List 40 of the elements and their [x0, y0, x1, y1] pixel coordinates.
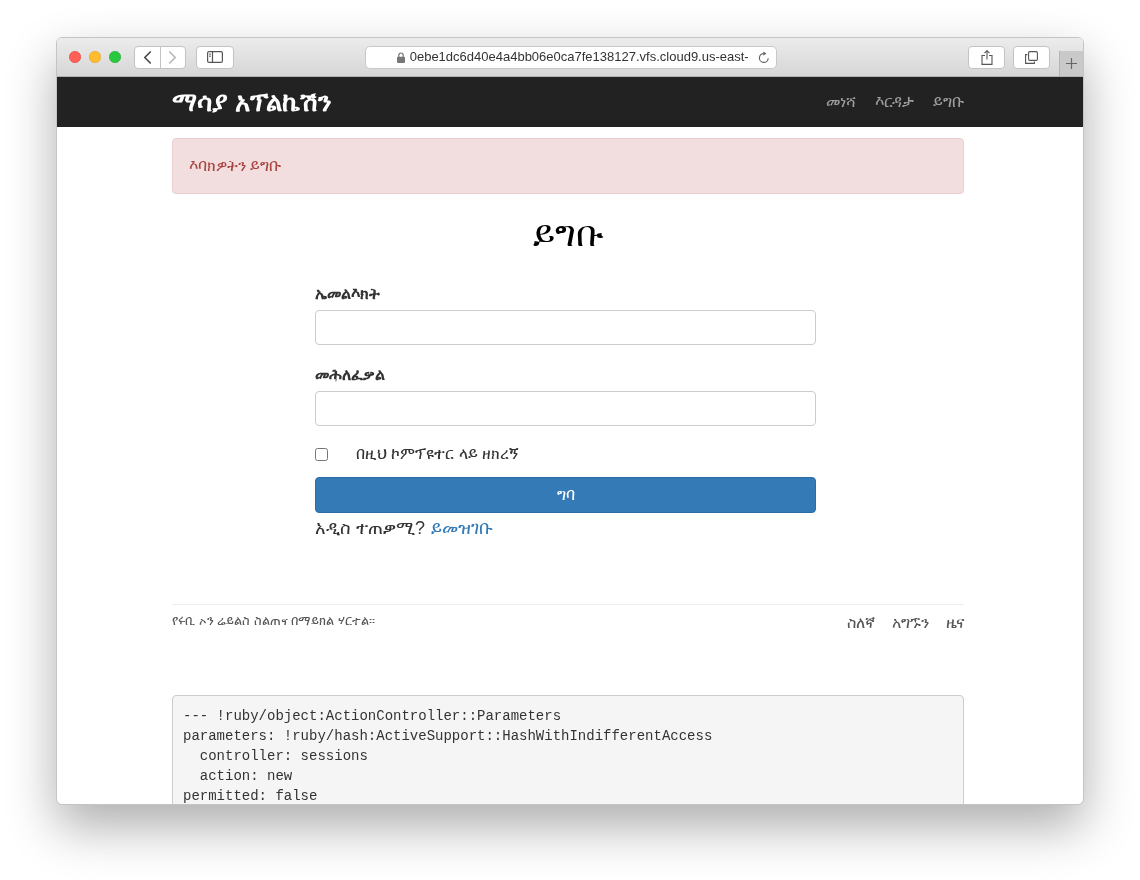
footer-link[interactable]: ዜና: [946, 611, 964, 635]
share-button[interactable]: [968, 45, 1006, 69]
new-tab-button[interactable]: [1059, 51, 1083, 76]
footer-link[interactable]: ስለኛ: [847, 611, 875, 635]
page-title: ይግቡ: [531, 212, 605, 256]
url-text: 0ebe1dc6d40e4a4bb06e0ca7fe138127.vfs.cloud9.us-east-: [409, 49, 749, 65]
lock-icon: [396, 51, 405, 63]
chevron-left-icon: [142, 50, 152, 64]
reload-icon[interactable]: [758, 50, 771, 64]
close-window-icon[interactable]: [69, 51, 81, 63]
code-line: action: new: [198, 767, 293, 786]
code-line: parameters: !ruby/hash:ActiveSupport::HashWithIndifferentAccess: [183, 727, 713, 746]
field-label: ኤመልእክት: [315, 284, 381, 304]
alert-message: እባክዎትን ይግቡ: [172, 138, 964, 194]
footer-link[interactable]: አግኙን: [892, 611, 929, 635]
maximize-window-icon[interactable]: [109, 51, 121, 63]
sidebar-icon: [206, 51, 223, 63]
address-bar[interactable]: 0ebe1dc6d40e4a4bb06e0ca7fe138127.vfs.cloud9.us-east-: [364, 45, 778, 69]
nav-link[interactable]: ይግቡ: [933, 92, 964, 112]
nav-link[interactable]: መነሻ: [826, 92, 856, 112]
remember-label: በዚህ ኮምፕዩተር ላይ ዘክረኝ: [356, 444, 520, 464]
plus-icon: [1066, 58, 1078, 69]
code-line: controller: sessions: [198, 747, 368, 766]
sidebar-button[interactable]: [195, 45, 234, 69]
brand-logo[interactable]: ማሳያ አፕልኬሽን: [172, 86, 333, 118]
share-icon: [980, 49, 993, 65]
login-button[interactable]: ግባ: [315, 477, 816, 513]
signup-link[interactable]: ይመዝገቡ: [431, 518, 493, 538]
chevron-right-icon: [168, 50, 178, 64]
input-field[interactable]: [315, 391, 816, 426]
tabs-overview-icon: [1025, 50, 1039, 64]
code-line: permitted: false: [183, 787, 318, 804]
footer-credit: የሩቢ ኦን ሬይልስ ስልጠና በማይክል ሃርተል።: [172, 612, 376, 630]
nav-link[interactable]: እርዳታ: [875, 92, 914, 112]
field-label: መሕለፈቃል: [315, 365, 386, 385]
code-line: --- !ruby/object:ActionController::Parameters: [183, 707, 562, 726]
tabs-button[interactable]: [1013, 45, 1051, 69]
remember-checkbox[interactable]: [315, 447, 328, 461]
signup-prompt: አዲስ ተጠቃሚ?: [315, 518, 425, 538]
input-field[interactable]: [315, 310, 816, 345]
